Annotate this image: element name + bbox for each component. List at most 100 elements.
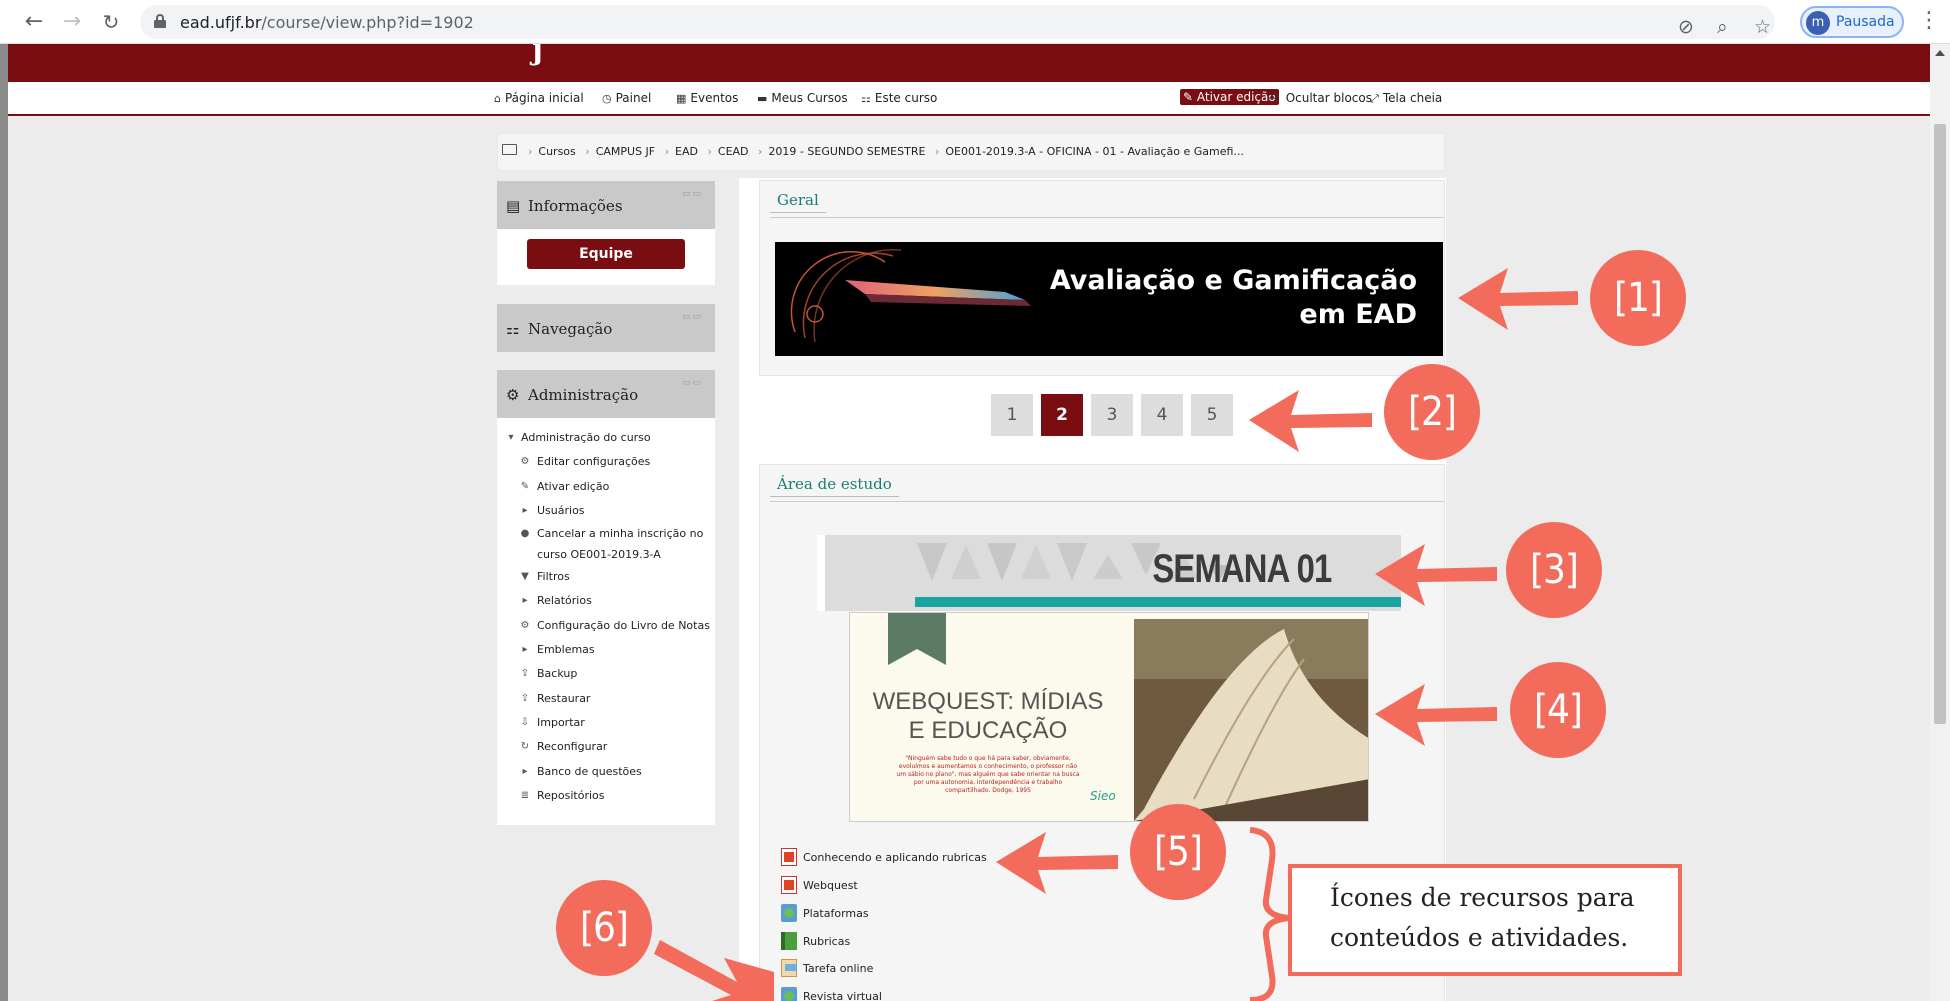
gear-icon: ⚙ [520,619,530,631]
blocked-content-icon[interactable]: ⊘ [1678,15,1694,39]
breadcrumb-item[interactable]: CAMPUS JF [596,145,655,158]
block-header[interactable]: ▤ Informações ▭▭ [497,181,715,229]
browser-menu-icon[interactable]: ⋮ [1918,8,1940,36]
team-button[interactable]: Equipe [527,239,685,269]
address-bar[interactable]: ead.ufjf.br/course/view.php?id=1902 ⊘ ⌕ … [140,5,1775,39]
database-icon: ≣ [520,789,530,801]
pencil-icon: ✎ [520,480,530,492]
pdf-icon [781,876,797,894]
scroll-up-icon[interactable] [1935,50,1945,56]
admin-item[interactable]: ⚙ Editar configurações [497,450,715,474]
webquest-quote: "Ninguém sabe tudo o que há para saber, … [896,755,1080,794]
breadcrumb-item[interactable]: EAD [675,145,698,158]
enable-edit-button[interactable]: ✎ Ativar edição [1180,89,1279,105]
breadcrumb-item[interactable]: 2019 - SEGUNDO SEMESTRE [768,145,925,158]
breadcrumb: › Cursos › CAMPUS JF › EAD › CEAD › 2019 - SE… [497,133,1445,171]
block-controls-icon[interactable]: ▭▭ [682,189,703,199]
window-edge [0,44,8,1001]
page-button-3[interactable]: 3 [1091,394,1133,436]
list-icon: ☰ [1268,92,1278,105]
folder-icon[interactable] [502,144,517,155]
back-arrow-icon[interactable]: ← [20,8,48,36]
reload-icon[interactable]: ↻ [97,8,125,36]
banner-title: Avaliação e Gamificação em EAD [1049,265,1417,330]
pdf-icon [781,848,797,866]
breadcrumb-item[interactable]: OE001-2019.3-A - OFICINA - 01 - Avaliaçã… [945,145,1244,158]
admin-item[interactable]: ⇪ Backup [497,662,715,686]
admin-item[interactable]: ⇪ Restaurar [497,687,715,711]
webquest-title: WEBQUEST: MÍDIAS E EDUCAÇÃO [872,688,1104,744]
expand-icon: ⤢ [1370,92,1379,105]
admin-item[interactable]: ▸ Banco de questões [497,760,715,784]
nav-this-course[interactable]: ⚏ Este curso [861,91,937,105]
upload-icon: ⇪ [520,668,530,680]
url-icon [781,987,797,1001]
admin-item[interactable]: ⇩ Importar [497,711,715,735]
course-banner: Avaliação e Gamificação em EAD [775,242,1443,356]
scroll-thumb[interactable] [1934,124,1946,724]
nav-my-courses[interactable]: ▬ Meus Cursos [757,91,848,105]
book-icon [781,932,797,950]
hide-blocks-button[interactable]: ☰ Ocultar blocos [1268,91,1372,105]
url-icon [781,904,797,922]
page-button-5[interactable]: 5 [1191,394,1233,436]
block-controls-icon[interactable]: ▭▭ [682,378,703,388]
webquest-image[interactable]: WEBQUEST: MÍDIAS E EDUCAÇÃO "Ninguém sab… [849,612,1369,822]
caret-right-icon: ▸ [522,595,528,607]
header-logo-fragment: j [532,44,543,67]
star-bookmark-icon[interactable]: ☆ [1754,15,1771,39]
annotation-badge-6: [6] [556,880,652,976]
section-title: Área de estudo [770,475,899,497]
page-scrollbar[interactable] [1930,44,1950,1001]
breadcrumb-item[interactable]: CEAD [718,145,749,158]
admin-item[interactable]: ▼ Filtros [497,565,715,589]
block-title: Navegação [528,320,613,338]
admin-item[interactable]: ▸ Relatórios [497,589,715,613]
admin-item[interactable]: ≣ Repositórios [497,784,715,808]
gears-icon: ⚙ [506,386,520,404]
block-header[interactable]: ⚏ Navegação ▭▭ [497,304,715,352]
block-controls-icon[interactable]: ▭▭ [682,312,703,322]
admin-item[interactable]: ▸ Emblemas [497,638,715,662]
info-list-icon: ▤ [506,197,521,215]
admin-item[interactable]: ● Cancelar a minha inscrição no curso OE0… [497,523,715,565]
administration-block: ⚙ Administração ▭▭ ▾ Administração do cur… [497,370,715,825]
zoom-icon[interactable]: ⌕ [1717,15,1728,39]
admin-tree: ▾ Administração do curso ⚙ Editar configur… [497,426,715,808]
nav-events[interactable]: ▦ Eventos [676,91,738,105]
nav-home[interactable]: ⌂ Página inicial [494,91,584,105]
profile-label: Pausada [1836,14,1895,30]
admin-item[interactable]: ▸ Usuários [497,499,715,523]
profile-button[interactable]: m Pausada [1800,6,1904,38]
assignment-icon [781,959,797,977]
calendar-icon: ▦ [676,92,687,105]
admin-item-course[interactable]: ▾ Administração do curso [497,426,715,450]
admin-item[interactable]: ✎ Ativar edição [497,475,715,499]
annotation-badge-2: [2] [1384,364,1480,460]
divider [770,217,1444,218]
page-button-4[interactable]: 4 [1141,394,1183,436]
page-button-1[interactable]: 1 [991,394,1033,436]
caret-right-icon: ▸ [522,504,528,516]
forward-arrow-icon[interactable]: → [58,8,86,36]
webquest-logo: Sieo [1090,789,1116,803]
nav-dashboard[interactable]: ◷ Painel [602,91,651,105]
fullscreen-button[interactable]: ⤢ Tela cheia [1370,91,1442,106]
open-book-photo [1134,619,1368,821]
admin-item[interactable]: ↻ Reconfigurar [497,735,715,759]
admin-item[interactable]: ⚙ Configuração do Livro de Notas [497,614,715,638]
week-banner: SEMANA 01 [817,535,1401,611]
caret-right-icon: ▸ [522,644,528,656]
url-text: ead.ufjf.br/course/view.php?id=1902 [180,13,474,32]
section-title: Geral [770,191,826,213]
home-icon: ⌂ [494,92,501,105]
block-title: Informações [528,197,623,215]
breadcrumb-item[interactable]: Cursos [538,145,575,158]
week-banner-edge [817,535,825,611]
block-header[interactable]: ⚙ Administração ▭▭ [497,370,715,418]
filter-icon: ▼ [521,571,529,583]
page-button-2[interactable]: 2 [1041,394,1083,436]
avatar: m [1806,11,1830,35]
callout-box: Ícones de recursos para conteúdos e ativ… [1288,864,1682,976]
user-icon: ● [520,528,530,540]
